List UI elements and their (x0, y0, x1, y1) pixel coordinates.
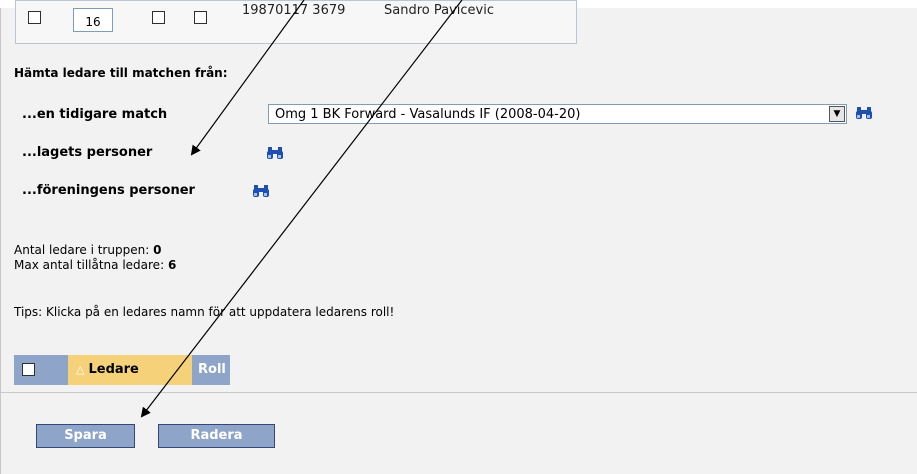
shirt-number-field[interactable]: 16 (73, 8, 113, 32)
binoculars-icon[interactable] (855, 106, 873, 120)
team-persons-label: ...lagets personer (22, 145, 153, 160)
person-name-link[interactable]: Sandro Pavicevic (384, 3, 494, 18)
delete-button[interactable]: Radera (158, 424, 275, 448)
person-id-number: 19870117 3679 (242, 3, 346, 18)
fetch-section-title: Hämta ledare till matchen från: (14, 66, 228, 80)
select-all-checkbox[interactable] (22, 363, 35, 376)
prev-match-label: ...en tidigare match (22, 107, 168, 122)
save-button[interactable]: Spara (36, 424, 135, 448)
column-header-ledare[interactable]: △ Ledare (68, 355, 192, 385)
club-persons-label: ...föreningens personer (22, 183, 195, 198)
leader-row-box: 16 19870117 3679 Sandro Pavicevic (15, 0, 577, 44)
leader-count-label: Antal ledare i truppen: (14, 243, 150, 257)
tips-text: Tips: Klicka på en ledares namn för att … (14, 305, 395, 319)
column-header-roll[interactable]: Roll (198, 355, 226, 385)
max-leaders: Max antal tillåtna ledare: 6 (14, 258, 176, 272)
column-header-ledare-label: Ledare (88, 362, 139, 377)
sort-triangle-icon: △ (76, 363, 85, 376)
prev-match-selected-value: Omg 1 BK Forward - Vasalunds IF (2008-04… (275, 107, 581, 122)
divider (0, 392, 917, 393)
max-leaders-label: Max antal tillåtna ledare: (14, 258, 165, 272)
row-checkbox-3[interactable] (194, 11, 207, 24)
max-leaders-value: 6 (167, 258, 177, 272)
chevron-down-icon[interactable]: ▼ (829, 106, 845, 122)
binoculars-icon[interactable] (252, 184, 270, 198)
row-checkbox[interactable] (28, 11, 41, 24)
leader-table-header: △ Ledare Roll (14, 355, 230, 385)
row-checkbox-2[interactable] (152, 11, 165, 24)
prev-match-select[interactable]: Omg 1 BK Forward - Vasalunds IF (2008-04… (268, 104, 847, 124)
binoculars-icon[interactable] (266, 146, 284, 160)
leader-count: Antal ledare i truppen: 0 (14, 243, 161, 257)
leader-count-value: 0 (153, 243, 162, 257)
